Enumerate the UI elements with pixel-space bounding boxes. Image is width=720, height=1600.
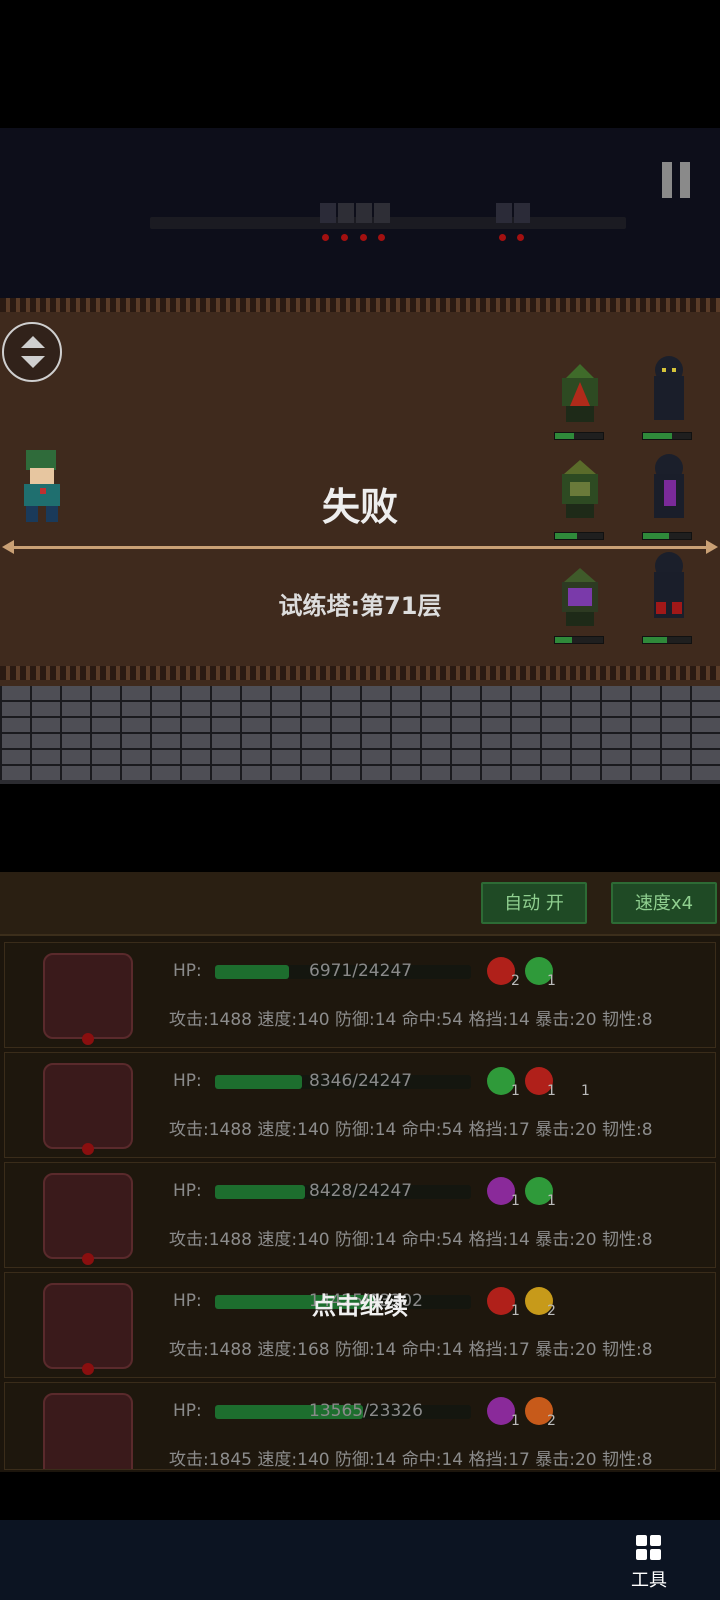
hp-bar-fill: [215, 1185, 305, 1199]
enemy-wave-marker: [496, 203, 512, 223]
wave-dot: [341, 234, 348, 241]
unit-card[interactable]: HP: 8428/24247 1 1 攻击:1488 速度:140 防御:14 …: [4, 1162, 716, 1268]
unit-card[interactable]: HP: 13565/23326 1 2 攻击:1845 速度:140 防御:14…: [4, 1382, 716, 1470]
arrow-down-icon: [21, 356, 45, 368]
hp-value: 8346/24247: [309, 1071, 413, 1091]
buff-count: 1: [511, 1193, 520, 1209]
arrow-up-icon: [21, 336, 45, 348]
unit-stats: 攻击:1488 速度:140 防御:14 命中:54 格挡:14 暴击:20 韧…: [169, 1230, 653, 1250]
enemy-reaper-sprite: [654, 356, 684, 420]
buff-count: 1: [547, 1193, 556, 1209]
wall-edge: [0, 780, 720, 784]
hp-value: 13565/23326: [309, 1401, 423, 1421]
buff-count: 1: [547, 973, 556, 989]
hp-bar-fill: [215, 965, 290, 979]
arrow-right-icon: [706, 540, 718, 554]
unit-stats: 攻击:1488 速度:140 防御:14 命中:54 格挡:14 暴击:20 韧…: [169, 1010, 653, 1030]
wave-dot: [378, 234, 385, 241]
tools-label[interactable]: 工具: [620, 1566, 678, 1592]
enemy-wave-marker: [356, 203, 372, 223]
unit-stats: 攻击:1488 速度:168 防御:14 命中:14 格挡:17 暴击:20 韧…: [169, 1340, 653, 1360]
hp-label: HP:: [173, 1401, 202, 1421]
buff-count: 2: [511, 973, 520, 989]
enemy-hp-bar: [642, 636, 692, 644]
buff-count: 1: [511, 1413, 520, 1429]
unit-card[interactable]: HP: 6971/24247 2 1 攻击:1488 速度:140 防御:14 …: [4, 942, 716, 1048]
pause-icon: [662, 162, 672, 198]
auto-battle-button[interactable]: 自动 开: [481, 882, 587, 924]
arrow-left-icon: [2, 540, 14, 554]
enemy-wave-marker: [374, 203, 390, 223]
unit-stats: 攻击:1845 速度:140 防御:14 命中:14 格挡:17 暴击:20 韧…: [169, 1450, 653, 1470]
enemy-hp-bar: [642, 532, 692, 540]
unit-stats: 攻击:1488 速度:140 防御:14 命中:54 格挡:17 暴击:20 韧…: [169, 1120, 653, 1140]
hp-label: HP:: [173, 1181, 202, 1201]
result-divider: [2, 540, 718, 554]
hp-bar-fill: [215, 1075, 303, 1089]
pause-button[interactable]: [662, 162, 692, 198]
unit-portrait: [43, 1063, 133, 1155]
hp-label: HP:: [173, 961, 202, 981]
grid-tools-icon[interactable]: [636, 1535, 662, 1561]
unit-card[interactable]: HP: 8346/24247 1 1 1 攻击:1488 速度:140 防御:1…: [4, 1052, 716, 1158]
unit-portrait: [43, 953, 133, 1045]
buff-count: 1: [511, 1083, 520, 1099]
enemy-wave-marker: [514, 203, 530, 223]
speed-button[interactable]: 速度x4: [611, 882, 717, 924]
stage-label: 试练塔:第71层: [278, 592, 442, 620]
buff-count: 1: [547, 1083, 556, 1099]
tap-to-continue[interactable]: 点击继续: [0, 1286, 720, 1321]
wave-dot: [517, 234, 524, 241]
enemy-hp-bar: [554, 532, 604, 540]
enemy-hp-bar: [642, 432, 692, 440]
swap-formation-button[interactable]: [2, 322, 62, 382]
enemy-hp-bar: [554, 432, 604, 440]
unit-portrait: [43, 1393, 133, 1469]
wave-dot: [322, 234, 329, 241]
unit-portrait: [43, 1173, 133, 1265]
result-title: 失败: [321, 485, 398, 529]
enemy-wave-marker: [320, 203, 336, 223]
enemy-hp-bar: [554, 636, 604, 644]
wave-dot: [499, 234, 506, 241]
enemy-wave-marker: [338, 203, 354, 223]
wave-progress-track: [150, 203, 626, 241]
hp-value: 8428/24247: [309, 1181, 413, 1201]
hp-label: HP:: [173, 1071, 202, 1091]
buff-count: 1: [581, 1083, 590, 1099]
bottom-toolbar: [0, 1520, 720, 1600]
fence-top: [0, 298, 720, 312]
enemy-knight-sprite: [562, 364, 598, 422]
hp-value: 6971/24247: [309, 961, 413, 981]
wave-dot: [360, 234, 367, 241]
fence-bottom: [0, 666, 720, 680]
stone-wall: [0, 686, 720, 782]
buff-count: 2: [547, 1413, 556, 1429]
